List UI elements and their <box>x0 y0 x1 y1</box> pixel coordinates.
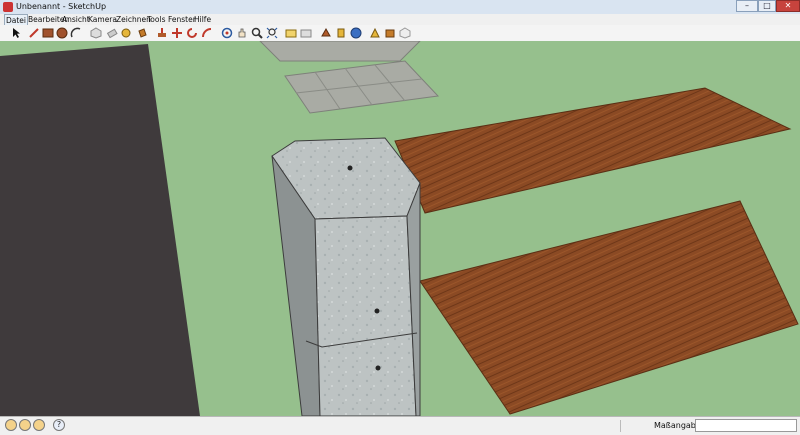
window-title: Unbenannt - SketchUp <box>16 2 107 11</box>
circle-icon[interactable] <box>56 27 68 39</box>
right-view-icon[interactable] <box>369 27 381 39</box>
scene <box>0 41 799 416</box>
minimize-button[interactable]: – <box>736 0 758 12</box>
eraser-icon[interactable] <box>106 27 118 39</box>
line-icon[interactable] <box>28 27 40 39</box>
wood-deck-lower <box>419 200 799 415</box>
close-button[interactable]: ✕ <box>776 0 800 12</box>
main-toolbar <box>0 25 800 42</box>
move-icon[interactable] <box>171 27 183 39</box>
zoom-extents-icon[interactable] <box>266 27 278 39</box>
make-component-icon[interactable] <box>90 27 102 39</box>
status-divider <box>620 420 621 432</box>
credits-icon[interactable] <box>19 419 31 431</box>
menu-zeichnen[interactable]: Zeichnen <box>116 14 151 25</box>
top-view-icon[interactable] <box>320 27 332 39</box>
next-view-icon[interactable] <box>300 27 312 39</box>
pillar-hole <box>375 365 381 371</box>
status-bar: ? Maßangaben <box>0 416 800 435</box>
arc-icon[interactable] <box>70 27 82 39</box>
maximize-button[interactable]: □ <box>758 0 776 12</box>
menu-tools[interactable]: Tools <box>147 14 165 25</box>
orbit-icon[interactable] <box>221 27 233 39</box>
zoom-icon[interactable] <box>251 27 263 39</box>
rectangle-icon[interactable] <box>42 27 54 39</box>
sketchup-app-icon <box>3 2 13 12</box>
select-icon[interactable] <box>10 27 22 39</box>
back-view-icon[interactable] <box>384 27 396 39</box>
pillar-front-face <box>314 215 417 416</box>
iso-view-icon[interactable] <box>335 27 347 39</box>
user-icon[interactable] <box>33 419 45 431</box>
get-models-icon[interactable] <box>399 27 411 39</box>
push-pull-icon[interactable] <box>156 27 168 39</box>
geo-location-icon[interactable] <box>5 419 17 431</box>
previous-view-icon[interactable] <box>285 27 297 39</box>
dark-wall <box>0 44 200 416</box>
menu-kamera[interactable]: Kamera <box>88 14 117 25</box>
title-bar: Unbenannt - SketchUp – □ ✕ <box>0 0 800 15</box>
measurements-input[interactable] <box>695 419 797 432</box>
menu-hilfe[interactable]: Hilfe <box>194 14 211 25</box>
pillar-hole <box>347 165 353 171</box>
paving-slab <box>284 60 440 114</box>
rotate-icon[interactable] <box>186 27 198 39</box>
help-icon[interactable]: ? <box>53 419 65 431</box>
wood-deck-upper <box>394 87 792 214</box>
3d-viewport[interactable] <box>0 41 800 416</box>
pan-icon[interactable] <box>236 27 248 39</box>
paving-slab-far <box>259 41 421 62</box>
paint-bucket-icon[interactable] <box>136 27 148 39</box>
menu-ansicht[interactable]: Ansicht <box>62 14 90 25</box>
front-view-icon[interactable] <box>350 27 362 39</box>
tape-measure-icon[interactable] <box>121 27 133 39</box>
menu-bar: Datei Bearbeiten Ansicht Kamera Zeichnen… <box>0 14 800 27</box>
offset-icon[interactable] <box>201 27 213 39</box>
menu-fenster[interactable]: Fenster <box>168 14 196 25</box>
pillar-hole <box>374 308 380 314</box>
